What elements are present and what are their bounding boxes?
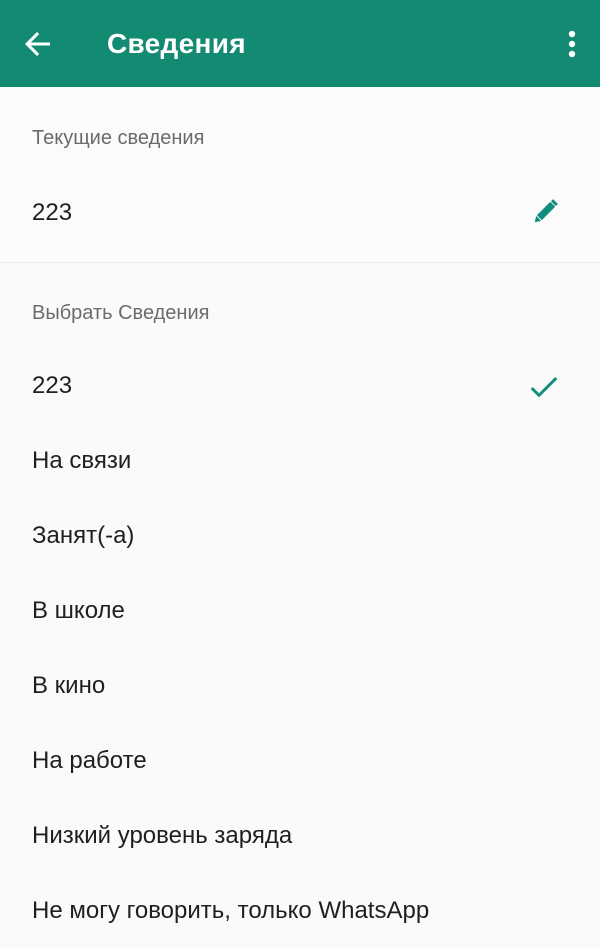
- list-item[interactable]: Не могу говорить, только WhatsApp: [0, 874, 600, 948]
- more-options-button[interactable]: [556, 24, 588, 64]
- edit-about-button[interactable]: [526, 193, 564, 231]
- list-item-label: Не могу говорить, только WhatsApp: [32, 897, 430, 924]
- list-item-label: В кино: [32, 672, 106, 699]
- list-item[interactable]: Занят(-а): [0, 499, 600, 574]
- current-about-section: Текущие сведения 223: [0, 87, 600, 263]
- more-vert-icon: [568, 30, 576, 58]
- list-item-label: В школе: [32, 597, 125, 624]
- about-screen: Сведения Текущие сведения 223 Выбрать Св…: [0, 0, 600, 948]
- pencil-icon: [534, 199, 558, 223]
- current-about-header: Текущие сведения: [32, 127, 205, 149]
- list-item[interactable]: В школе: [0, 574, 600, 649]
- list-item-label: На работе: [32, 747, 147, 774]
- about-options-list: 223 На связи Занят(-а) В школе В кино На…: [0, 349, 600, 948]
- list-item[interactable]: На работе: [0, 724, 600, 799]
- page-title: Сведения: [107, 28, 246, 59]
- checkmark-icon: [526, 368, 562, 404]
- list-item-label: На связи: [32, 447, 132, 474]
- list-item[interactable]: В кино: [0, 649, 600, 724]
- list-item[interactable]: На связи: [0, 424, 600, 499]
- list-item-label: 223: [32, 372, 73, 399]
- arrow-back-icon: [25, 32, 50, 56]
- list-item-label: Низкий уровень заряда: [32, 822, 293, 849]
- app-toolbar: Сведения: [0, 0, 600, 87]
- select-about-header: Выбрать Сведения: [32, 302, 210, 324]
- back-button[interactable]: [18, 24, 58, 64]
- current-about-value[interactable]: 223: [32, 198, 72, 228]
- list-item-label: Занят(-а): [32, 522, 135, 549]
- list-item[interactable]: 223: [0, 349, 600, 424]
- list-item[interactable]: Низкий уровень заряда: [0, 799, 600, 874]
